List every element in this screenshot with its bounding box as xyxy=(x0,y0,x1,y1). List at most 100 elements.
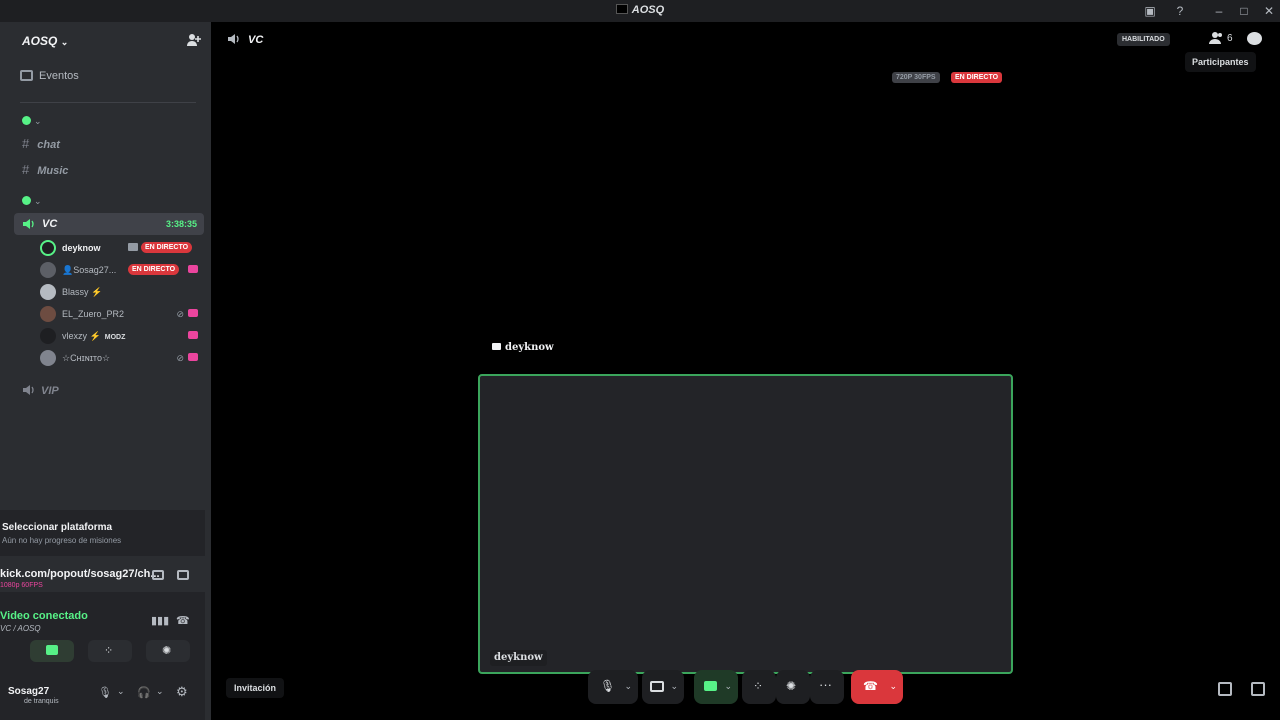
stream-settings-icon[interactable] xyxy=(177,570,189,580)
voice-member[interactable]: vlexzy ⚡ MODZ xyxy=(40,328,204,346)
quest-subtitle: Aún no hay progreso de misiones xyxy=(2,536,122,545)
disconnect-button[interactable]: ☎ ⌄ xyxy=(851,670,903,704)
rtc-channel-info[interactable]: VC / AOSQ xyxy=(0,624,41,633)
mic-muted-icon: ⊘ xyxy=(176,353,184,363)
quest-title[interactable]: Seleccionar plataforma xyxy=(2,522,112,533)
channel-music[interactable]: # Music xyxy=(22,162,68,177)
stream-quality: 1080p 60FPS xyxy=(0,582,43,589)
camera-button[interactable]: ⌄ xyxy=(642,670,684,704)
channel-header: VC xyxy=(227,33,263,46)
voice-channel-vc[interactable]: VC 3:38:35 xyxy=(14,213,204,235)
soundboard-icon: ✺ xyxy=(162,645,172,657)
screen-share-button[interactable]: ⌄ xyxy=(694,670,738,704)
gear-icon[interactable]: ⚙ xyxy=(176,684,188,700)
category-header[interactable]: ⌄ xyxy=(22,116,42,127)
app-logo-icon xyxy=(615,4,628,14)
fullscreen-icon[interactable] xyxy=(1251,682,1265,696)
more-dots-icon: ··· xyxy=(819,677,832,692)
activities-button[interactable]: ⁘ xyxy=(88,640,132,662)
member-name: EL_Zuero_PR2 xyxy=(62,309,125,319)
voice-member[interactable]: 👤Sosag27... EN DIRECTO xyxy=(40,262,204,280)
alien-emoji-icon xyxy=(22,116,31,125)
minimize-icon[interactable]: – xyxy=(1211,3,1227,19)
alien-emoji-icon xyxy=(22,196,31,205)
screen-share-icon xyxy=(46,645,58,655)
user-name[interactable]: Sosag27 xyxy=(8,686,49,697)
mic-icon[interactable]: 🎙 xyxy=(98,686,112,699)
stream-owner-name: deyknow xyxy=(505,342,554,353)
chevron-down-icon: ⌄ xyxy=(60,37,69,47)
activities-icon: ⁘ xyxy=(753,679,764,693)
window-title-text: AOSQ xyxy=(631,4,665,16)
activity-icon xyxy=(188,265,198,273)
avatar xyxy=(40,328,56,344)
camera-off-icon xyxy=(650,681,664,692)
lightning-icon: ⚡ xyxy=(91,287,103,297)
soundboard-button[interactable]: ✺ xyxy=(776,670,810,704)
voice-member[interactable]: ☆Cʜɪɴɪᴛᴏ☆ ⊘ xyxy=(40,350,204,368)
share-screen-button[interactable] xyxy=(30,640,74,662)
divider xyxy=(20,102,196,103)
inbox-icon[interactable]: ▣ xyxy=(1142,3,1158,19)
quality-badge: 720P 30FPS xyxy=(892,72,940,83)
window-title: AOSQ xyxy=(0,4,1280,16)
channel-name: chat xyxy=(37,139,60,151)
server-header[interactable]: AOSQ ⌄ xyxy=(0,22,211,58)
chevron-down-icon[interactable]: ⌄ xyxy=(117,686,125,697)
participants-icon[interactable] xyxy=(1209,31,1224,45)
member-name-wrap: vlexzy ⚡ MODZ xyxy=(62,331,125,342)
chevron-down-icon[interactable]: ⌄ xyxy=(889,681,897,692)
disconnect-icon[interactable]: ☎ xyxy=(176,614,190,627)
voice-member[interactable]: EL_Zuero_PR2 ⊘ xyxy=(40,306,204,324)
chevron-down-icon[interactable]: ⌄ xyxy=(156,686,164,697)
stop-stream-icon[interactable] xyxy=(152,570,164,580)
add-member-icon[interactable] xyxy=(186,32,202,48)
participants-tooltip: Participantes xyxy=(1185,52,1256,72)
channel-title: VC xyxy=(248,34,264,46)
headphones-icon[interactable]: 🎧 xyxy=(137,686,151,699)
voice-activity-icon[interactable]: ▮▮▮ xyxy=(151,614,169,627)
soundboard-button[interactable]: ✺ xyxy=(146,640,190,662)
speaker-icon xyxy=(23,219,34,229)
soundboard-icon: ✺ xyxy=(786,679,797,693)
voice-member[interactable]: deyknow EN DIRECTO xyxy=(40,240,204,258)
close-icon[interactable]: ✕ xyxy=(1261,3,1277,19)
stream-owner-label: deyknow xyxy=(492,342,554,353)
popout-icon[interactable] xyxy=(1218,682,1232,696)
habilitado-badge[interactable]: HABILITADO xyxy=(1117,33,1170,46)
channel-chat[interactable]: # chat xyxy=(22,136,60,151)
voice-channel-vip[interactable]: VIP xyxy=(22,384,59,397)
mic-icon: 🎙 xyxy=(600,679,616,693)
events-item[interactable]: Eventos xyxy=(20,70,79,82)
chevron-down-icon[interactable]: ⌄ xyxy=(724,681,732,692)
stream-url: kick.com/popout/sosag27/ch... xyxy=(0,568,160,580)
more-button[interactable]: ··· xyxy=(810,670,844,704)
call-controls: 🎙 ⌄ ⌄ ⌄ ⁘ ✺ ··· ☎ ⌄ xyxy=(588,670,904,704)
help-icon[interactable]: ? xyxy=(1172,3,1188,19)
voice-timer: 3:38:35 xyxy=(165,219,197,229)
screen-share-icon xyxy=(704,681,717,691)
chevron-down-icon[interactable]: ⌄ xyxy=(670,681,678,692)
chevron-down-icon[interactable]: ⌄ xyxy=(624,681,632,692)
member-name: ☆Cʜɪɴɪᴛᴏ☆ xyxy=(62,353,111,363)
lightning-icon: ⚡ xyxy=(89,331,101,341)
rtc-status-title[interactable]: Video conectado xyxy=(0,610,88,622)
member-name: vlexzy xyxy=(62,331,88,341)
events-label: Eventos xyxy=(39,70,79,82)
mic-button[interactable]: 🎙 ⌄ xyxy=(588,670,638,704)
participant-tile[interactable]: deyknow xyxy=(478,374,1013,674)
voice-member[interactable]: Blassy ⚡ xyxy=(40,284,204,302)
server-name[interactable]: AOSQ ⌄ xyxy=(22,34,68,48)
activity-icon xyxy=(188,309,198,317)
voice-channel-name: VIP xyxy=(41,385,59,397)
channel-name: Music xyxy=(37,165,69,177)
maximize-icon[interactable]: □ xyxy=(1236,3,1252,19)
stream-row: kick.com/popout/sosag27/ch... 1080p 60FP… xyxy=(0,556,205,592)
invite-tooltip: Invitación xyxy=(226,678,285,698)
chat-bubble-icon[interactable] xyxy=(1247,32,1262,45)
hash-icon: # xyxy=(22,136,30,151)
live-badge: EN DIRECTO xyxy=(141,242,193,253)
category-header[interactable]: ⌄ xyxy=(22,196,42,207)
activities-button[interactable]: ⁘ xyxy=(742,670,776,704)
member-tag: MODZ xyxy=(104,334,126,341)
